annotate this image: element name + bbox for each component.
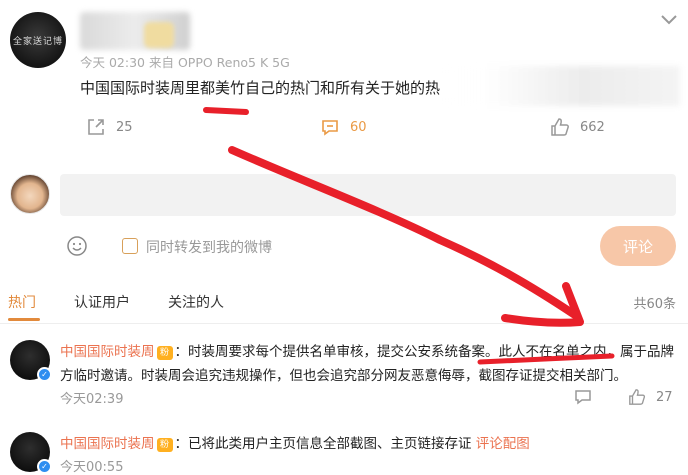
comment-like-count: 27 (656, 389, 673, 405)
current-user-avatar[interactable] (10, 174, 50, 214)
like-button[interactable]: 662 (550, 117, 605, 137)
verified-icon: ✓ (37, 459, 52, 474)
comment-input[interactable] (60, 174, 676, 216)
like-count: 662 (580, 119, 605, 135)
comment-text: ：已将此类用户主页信息全部截图、主页链接存证 (174, 436, 476, 452)
section-divider (0, 152, 688, 160)
chevron-down-icon[interactable] (660, 13, 678, 27)
share-button[interactable]: 25 (86, 117, 133, 137)
repost-checkbox[interactable] (122, 238, 138, 254)
post-meta: 今天 02:30 来自 OPPO Reno5 K 5G (80, 55, 290, 70)
verified-icon: ✓ (37, 367, 52, 382)
emoji-icon[interactable] (66, 235, 88, 257)
blurred-author-badge (144, 22, 174, 48)
share-count: 25 (116, 119, 133, 135)
fan-badge-icon: 粉 (156, 346, 173, 360)
fan-badge-icon: 粉 (156, 438, 173, 452)
comment-button[interactable]: 60 (320, 117, 367, 137)
author-avatar[interactable]: 全家送记博 (10, 12, 66, 68)
comment-text-line2: 方临时邀请。时装周会追究违规操作，但也会追究部分网友恶意侮辱，截图存证提交相关部… (60, 368, 627, 384)
comment-like-button[interactable]: 27 (628, 388, 673, 406)
submit-comment-button[interactable]: 评论 (600, 226, 676, 266)
tabs-divider (0, 323, 688, 324)
blurred-text-overlay (440, 66, 680, 106)
comment-count: 60 (350, 119, 367, 135)
repost-label: 同时转发到我的微博 (146, 240, 272, 256)
post-text: 中国国际时装周里都美竹自己的热门和所有关于她的热 (80, 79, 441, 97)
comment-time: 今天00:55 (60, 460, 124, 475)
tab-verified-users[interactable]: 认证用户 (74, 292, 130, 312)
reply-icon[interactable] (574, 389, 592, 405)
view-image-link[interactable]: 评论配图 (476, 436, 530, 452)
share-icon (88, 119, 104, 135)
commenter-name[interactable]: 中国国际时装周 (60, 344, 155, 360)
commenter-avatar[interactable]: ✓ (10, 432, 52, 474)
thumbs-up-icon (551, 118, 569, 136)
comment-text-line1: ：时装周要求每个提供名单审核，提交公安系统备案。此人不在名单之内，属于品牌 (174, 344, 675, 360)
active-tab-indicator (8, 318, 40, 321)
comment-time: 今天02:39 (60, 392, 124, 407)
comment-icon (322, 120, 338, 136)
comment-line: 中国国际时装周粉：时装周要求每个提供名单审核，提交公安系统备案。此人不在名单之内… (60, 340, 674, 360)
thumbs-up-icon (629, 389, 646, 405)
tab-hot[interactable]: 热门 (8, 292, 36, 312)
avatar-text: 全家送记博 (12, 36, 63, 47)
tab-following[interactable]: 关注的人 (168, 292, 224, 312)
commenter-avatar[interactable]: ✓ (10, 340, 52, 382)
comment-total: 共60条 (633, 297, 676, 312)
comment-line: 中国国际时装周粉：已将此类用户主页信息全部截图、主页链接存证 评论配图 (60, 432, 530, 452)
commenter-name[interactable]: 中国国际时装周 (60, 436, 155, 452)
